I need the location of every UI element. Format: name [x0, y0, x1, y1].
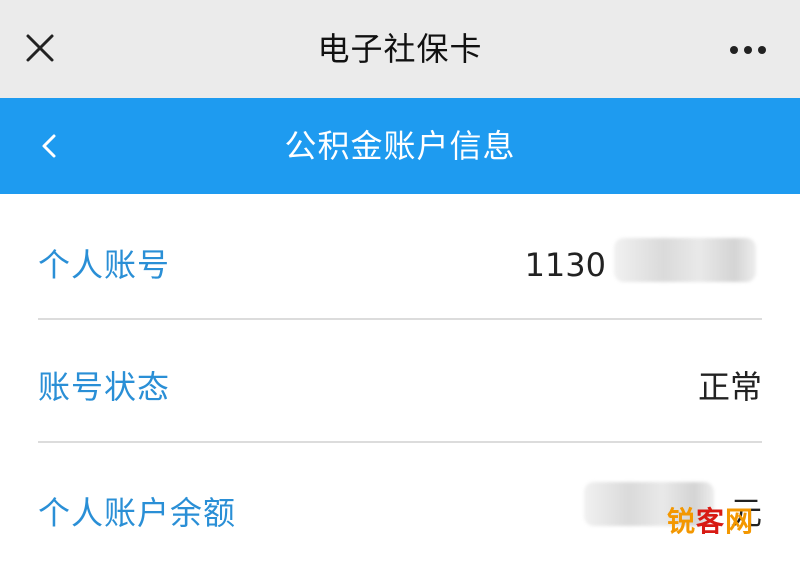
personal-account-label: 个人账号 — [38, 246, 171, 284]
close-icon — [26, 34, 54, 62]
row-divider — [38, 441, 762, 443]
more-horizontal-icon — [730, 46, 766, 54]
watermark-char: 网 — [724, 505, 754, 538]
page-header: 公积金账户信息 — [0, 98, 800, 194]
watermark-char: 锐 — [666, 505, 696, 538]
chevron-left-icon — [42, 134, 56, 158]
redacted-account-number — [614, 238, 756, 282]
back-button[interactable] — [28, 124, 72, 168]
more-button[interactable] — [722, 30, 774, 70]
site-watermark: 锐客网 — [667, 500, 754, 540]
row-account-status: 账号状态 正常 — [38, 326, 762, 448]
account-status-value: 正常 — [697, 368, 762, 406]
row-divider — [38, 318, 762, 320]
close-button[interactable] — [18, 26, 62, 70]
personal-account-value: 1130 — [524, 246, 606, 284]
watermark-char: 客 — [695, 505, 725, 538]
account-balance-label: 个人账户余额 — [38, 494, 237, 532]
page-title: 公积金账户信息 — [284, 127, 516, 165]
account-status-label: 账号状态 — [38, 368, 171, 406]
app-title: 电子社保卡 — [317, 30, 483, 68]
app-header: 电子社保卡 — [0, 0, 800, 98]
